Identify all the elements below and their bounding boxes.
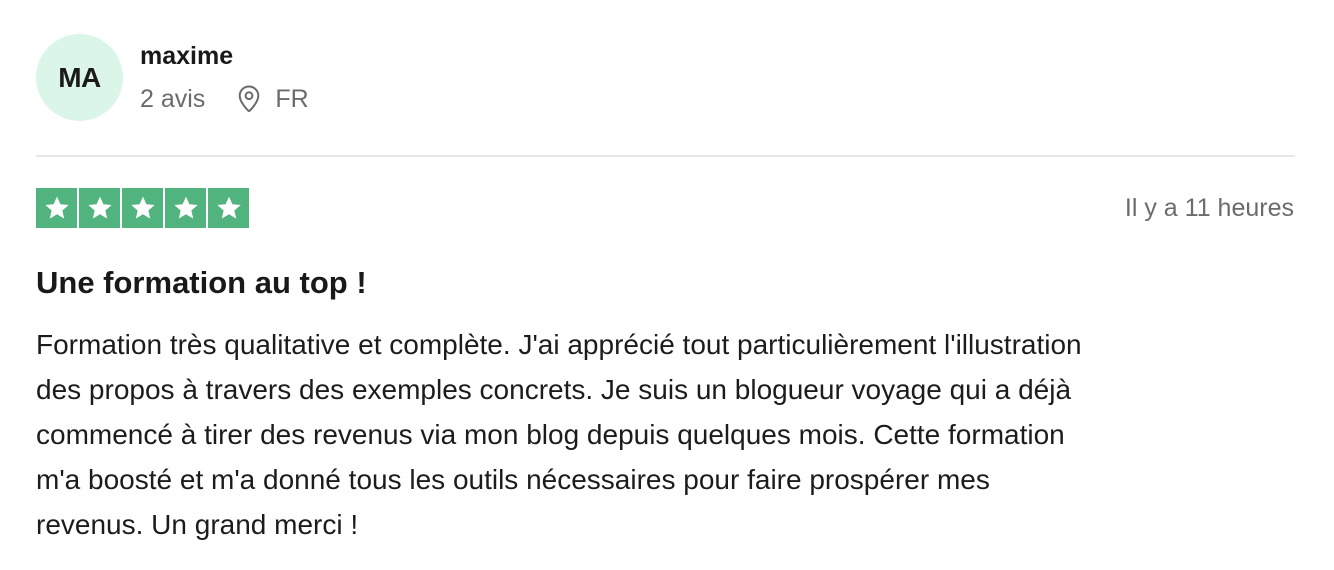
review-body: Formation très qualitative et complète. …	[36, 322, 1296, 547]
review-date: Il y a 11 heures	[1124, 194, 1294, 222]
reviewer-name[interactable]: maxime	[140, 40, 309, 72]
review-body-line: revenus. Un grand merci !	[36, 509, 359, 540]
review-body-line: commencé à tirer des revenus via mon blo…	[36, 419, 1065, 450]
review-body-line: m'a boosté et m'a donné tous les outils …	[36, 464, 990, 495]
review-count: 2 avis	[140, 85, 206, 113]
divider	[36, 155, 1295, 157]
reviewer-location: FR	[235, 84, 309, 114]
review-card: MA maxime 2 avis FR Il y a 11 heures Une…	[0, 0, 1334, 570]
star-icon	[36, 188, 77, 228]
star-icon	[165, 188, 206, 228]
map-pin-icon	[235, 84, 263, 114]
review-body-line: des propos à travers des exemples concre…	[36, 374, 1072, 405]
star-icon	[79, 188, 120, 228]
review-title[interactable]: Une formation au top !	[36, 263, 367, 303]
reviewer-details: 2 avis FR	[140, 84, 309, 114]
reviewer-header: MA maxime 2 avis FR	[36, 34, 309, 121]
country-code: FR	[275, 85, 309, 113]
star-rating	[36, 188, 249, 228]
reviewer-meta: maxime 2 avis FR	[140, 40, 309, 114]
star-icon	[208, 188, 249, 228]
review-body-line: Formation très qualitative et complète. …	[36, 329, 1082, 360]
star-icon	[122, 188, 163, 228]
avatar[interactable]: MA	[36, 34, 123, 121]
